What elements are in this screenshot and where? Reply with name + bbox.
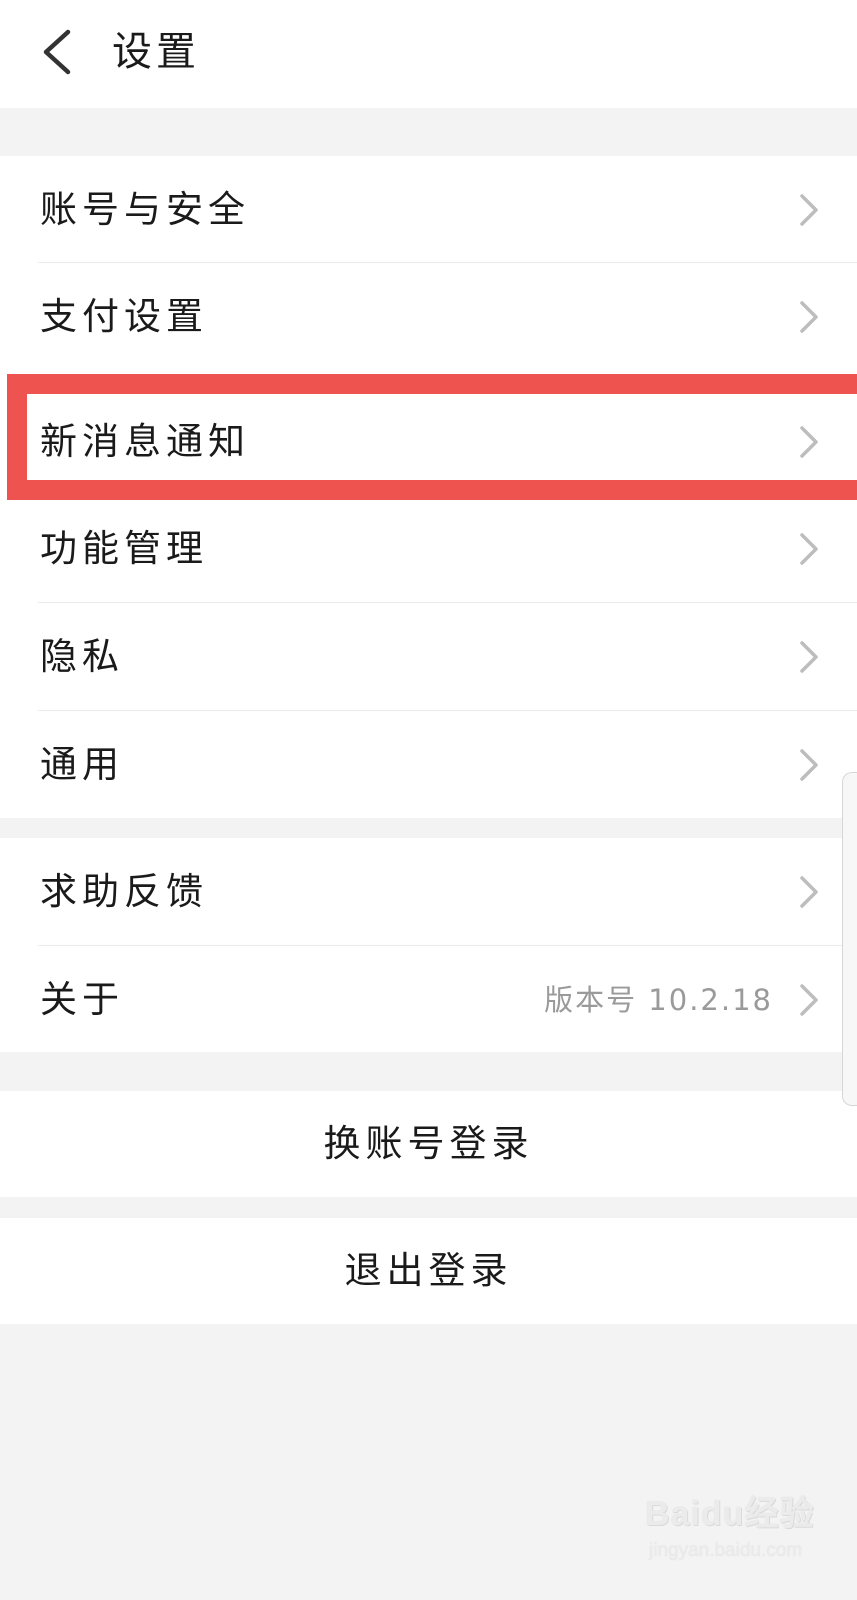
help-feedback-label: 求助反馈 <box>40 870 208 913</box>
chevron-left-icon <box>43 29 71 75</box>
scroll-handle[interactable] <box>842 772 857 1106</box>
baidu-jingyan-watermark: Baidu经验 jingyan.baidu.com <box>645 1482 815 1578</box>
watermark-url: jingyan.baidu.com <box>649 1540 803 1561</box>
new-message-notifications-label: 新消息通知 <box>40 420 250 463</box>
chevron-right-icon <box>800 533 818 565</box>
payment-settings-item[interactable]: 支付设置 <box>0 263 857 371</box>
new-message-notifications-item[interactable]: 新消息通知 <box>0 388 857 496</box>
privacy-item[interactable]: 隐私 <box>0 603 857 711</box>
settings-group-main: 账号与安全 支付设置 新消息通知 功能管理 隐私 通用 <box>0 156 857 818</box>
about-label: 关于 <box>40 978 124 1021</box>
chevron-right-icon <box>800 876 818 908</box>
chevron-right-icon <box>800 641 818 673</box>
chevron-right-icon <box>800 984 818 1016</box>
general-label: 通用 <box>40 743 124 786</box>
chevron-right-icon <box>800 749 818 781</box>
title-bar: 设置 <box>0 0 857 108</box>
chevron-right-icon <box>800 301 818 333</box>
feature-management-item[interactable]: 功能管理 <box>0 495 857 603</box>
page-title: 设置 <box>112 29 200 75</box>
privacy-label: 隐私 <box>40 635 124 678</box>
switch-account-button[interactable]: 换账号登录 <box>0 1091 857 1197</box>
general-item[interactable]: 通用 <box>0 711 857 819</box>
feature-management-label: 功能管理 <box>40 527 208 570</box>
account-security-label: 账号与安全 <box>40 188 250 231</box>
about-item[interactable]: 关于 版本号 10.2.18 <box>0 946 857 1054</box>
chevron-right-icon <box>800 194 818 226</box>
watermark-logo: Baidu经验 <box>645 1495 815 1533</box>
chevron-right-icon <box>800 426 818 458</box>
log-out-button[interactable]: 退出登录 <box>0 1218 857 1324</box>
payment-settings-label: 支付设置 <box>40 295 208 338</box>
account-security-item[interactable]: 账号与安全 <box>0 156 857 264</box>
version-number: 版本号 10.2.18 <box>544 983 773 1017</box>
back-button[interactable] <box>30 20 90 84</box>
settings-group-support: 求助反馈 关于 版本号 10.2.18 <box>0 838 857 1052</box>
help-feedback-item[interactable]: 求助反馈 <box>0 838 857 946</box>
